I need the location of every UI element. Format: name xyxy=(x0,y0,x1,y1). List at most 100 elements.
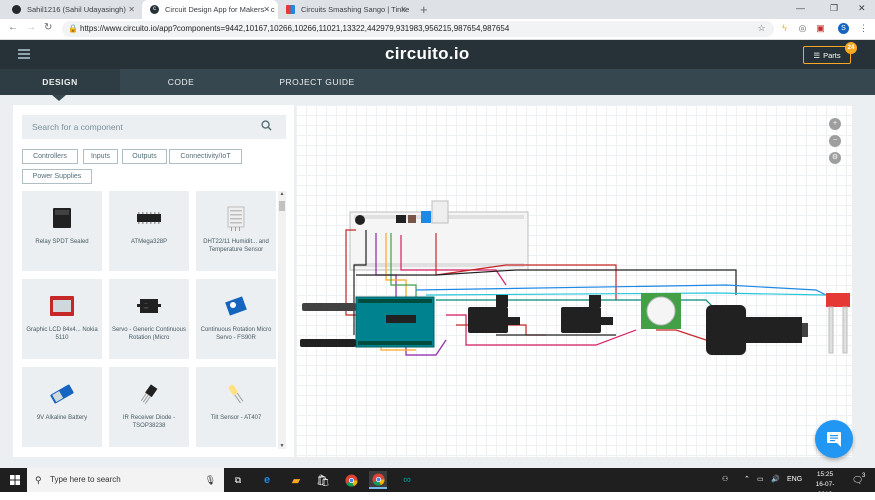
filter-outputs[interactable]: Outputs xyxy=(122,149,167,164)
system-clock[interactable]: 15:25 16-07-2019 xyxy=(812,470,838,500)
task-view-icon[interactable]: ⧉ xyxy=(229,471,247,489)
parts-label: Parts xyxy=(823,50,841,60)
component-search xyxy=(22,115,286,139)
browser-tab-tinkercad[interactable]: Circuits Smashing Sango | Tinke ✕ xyxy=(278,0,415,19)
component-label: ATMega328P xyxy=(130,239,168,245)
component-card[interactable]: ATMega328P xyxy=(109,191,189,271)
parts-button[interactable]: ☰ Parts xyxy=(803,46,851,64)
servo-icon xyxy=(137,299,161,313)
component-card[interactable]: Graphic LCD 84x4... Nokia 5110 xyxy=(22,279,102,359)
transistor xyxy=(396,215,406,223)
hamburger-menu-icon[interactable] xyxy=(18,49,30,59)
windows-taskbar: ⚲ Type here to search 🎙 ⧉ e ▰ 🛍 ∞ ⚇ ⌃ ▭ … xyxy=(0,468,875,498)
arduino-ide-icon[interactable]: ∞ xyxy=(398,471,416,489)
tab-title: Sahil1216 (Sahil Udayasingh) xyxy=(27,5,126,14)
component-label: Graphic LCD 84x4... Nokia 5110 xyxy=(26,327,98,341)
component-label: Tilt Sensor - AT407 xyxy=(210,415,262,421)
chrome-icon[interactable] xyxy=(342,471,360,489)
scroll-up-icon[interactable]: ▲ xyxy=(278,191,286,197)
store-icon[interactable]: 🛍 xyxy=(314,471,332,489)
tab-design[interactable]: DESIGN xyxy=(0,69,120,95)
component-label: IR Receiver Diode - TSOP38238 xyxy=(122,415,176,429)
tray-chevron-icon[interactable]: ⌃ xyxy=(744,468,750,492)
browser-tab-strip: Sahil1216 (Sahil Udayasingh) ✕ c Circuit… xyxy=(0,0,875,19)
reload-icon[interactable]: ↻ xyxy=(44,22,52,33)
profile-avatar[interactable]: S xyxy=(838,23,849,34)
clock-date: 16-07-2019 xyxy=(815,481,835,498)
language-indicator[interactable]: ENG xyxy=(787,468,802,492)
tilt-sensor-icon xyxy=(228,384,244,404)
file-explorer-icon[interactable]: ▰ xyxy=(287,471,305,489)
filter-controllers[interactable]: Controllers xyxy=(22,149,78,164)
notification-count: 3 xyxy=(862,473,866,479)
buzzer xyxy=(355,215,365,225)
chat-icon xyxy=(827,432,841,447)
component-label: Continuous Rotation Micro Servo - FS90R xyxy=(200,327,272,341)
filter-connectivity[interactable]: Connectivity/IoT xyxy=(169,149,242,164)
component-grid: Relay SPDT Sealed ATMega328P DHT22/11 Hu… xyxy=(22,191,276,455)
edge-icon[interactable]: e xyxy=(258,471,276,489)
filter-power-supplies[interactable]: Power Supplies xyxy=(22,169,92,184)
url-field[interactable]: 🔒 https://www.circuito.io/app?components… xyxy=(62,21,774,37)
maximize-icon[interactable]: ❐ xyxy=(830,3,838,14)
component-card[interactable]: IR Receiver Diode - TSOP38238 xyxy=(109,367,189,447)
component-card[interactable]: Tilt Sensor - AT407 xyxy=(196,367,276,447)
scroll-thumb[interactable] xyxy=(279,201,285,211)
extension-icon[interactable]: ▣ xyxy=(815,23,826,34)
search-icon: ⚲ xyxy=(35,475,42,485)
circuit-canvas[interactable]: + − ⚙ xyxy=(296,105,852,457)
battery-icon xyxy=(50,384,74,404)
component-scrollbar[interactable]: ▲ ▼ xyxy=(278,191,286,449)
network-icon[interactable]: ▭ xyxy=(757,468,764,492)
dc-motor xyxy=(706,305,746,355)
ir-receiver-icon xyxy=(140,384,158,404)
component-card[interactable]: DHT22/11 Humidit... and Temperature Sens… xyxy=(196,191,276,271)
url-text: https://www.circuito.io/app?components=9… xyxy=(80,24,510,33)
bookmark-star-icon[interactable]: ☆ xyxy=(756,23,767,34)
close-icon[interactable]: ✕ xyxy=(400,5,407,14)
capacitor xyxy=(408,215,416,223)
back-icon[interactable]: ← xyxy=(8,22,18,33)
chat-button[interactable] xyxy=(815,420,853,458)
circuito-icon: c xyxy=(150,5,159,14)
browser-tab-circuito[interactable]: c Circuit Design App for Makers - c ✕ xyxy=(142,0,278,19)
tab-title: Circuit Design App for Makers - c xyxy=(165,5,275,14)
component-label: 9V Alkaline Battery xyxy=(36,415,88,421)
component-card[interactable]: Relay SPDT Sealed xyxy=(22,191,102,271)
filter-inputs[interactable]: Inputs xyxy=(83,149,118,164)
browser-tab-github[interactable]: Sahil1216 (Sahil Udayasingh) ✕ xyxy=(4,0,143,19)
taskbar-search[interactable]: ⚲ Type here to search 🎙 xyxy=(27,468,224,492)
servo-blue-icon xyxy=(225,296,247,316)
water-pump-2 xyxy=(561,307,601,333)
tab-code[interactable]: CODE xyxy=(120,69,242,95)
tab-project-guide[interactable]: PROJECT GUIDE xyxy=(242,69,392,95)
forward-icon[interactable]: → xyxy=(26,22,36,33)
tinkercad-icon xyxy=(286,5,295,14)
app-header: circuito.io xyxy=(0,40,875,69)
minimize-icon[interactable]: — xyxy=(796,3,805,13)
component-search-input[interactable] xyxy=(22,115,242,139)
browser-menu-icon[interactable]: ⋮ xyxy=(858,23,869,34)
component-card[interactable]: Servo - Generic Continuous Rotation (Mic… xyxy=(109,279,189,359)
window-close-icon[interactable]: ✕ xyxy=(858,3,866,14)
windows-start-icon[interactable] xyxy=(10,475,20,485)
new-tab-button[interactable]: + xyxy=(420,2,428,17)
lock-icon: 🔒 xyxy=(68,24,78,33)
search-icon[interactable] xyxy=(261,120,272,131)
close-icon[interactable]: ✕ xyxy=(263,5,270,14)
people-icon[interactable]: ⚇ xyxy=(722,468,728,492)
regulator xyxy=(421,211,431,223)
usb-cable xyxy=(302,303,356,311)
scroll-down-icon[interactable]: ▼ xyxy=(278,443,286,449)
chrome-active-icon[interactable] xyxy=(369,471,387,489)
component-panel: Controllers Inputs Outputs Connectivity/… xyxy=(13,105,294,457)
microphone-icon[interactable]: 🎙 xyxy=(205,468,216,492)
clock-time: 15:25 xyxy=(816,471,834,478)
component-card[interactable]: 9V Alkaline Battery xyxy=(22,367,102,447)
close-icon[interactable]: ✕ xyxy=(128,5,135,14)
component-card[interactable]: Continuous Rotation Micro Servo - FS90R xyxy=(196,279,276,359)
circuit-diagram xyxy=(300,200,850,356)
extension-icon[interactable]: ◎ xyxy=(797,23,808,34)
volume-icon[interactable]: 🔊 xyxy=(771,468,780,492)
extension-icon[interactable]: ϟ xyxy=(779,23,790,34)
